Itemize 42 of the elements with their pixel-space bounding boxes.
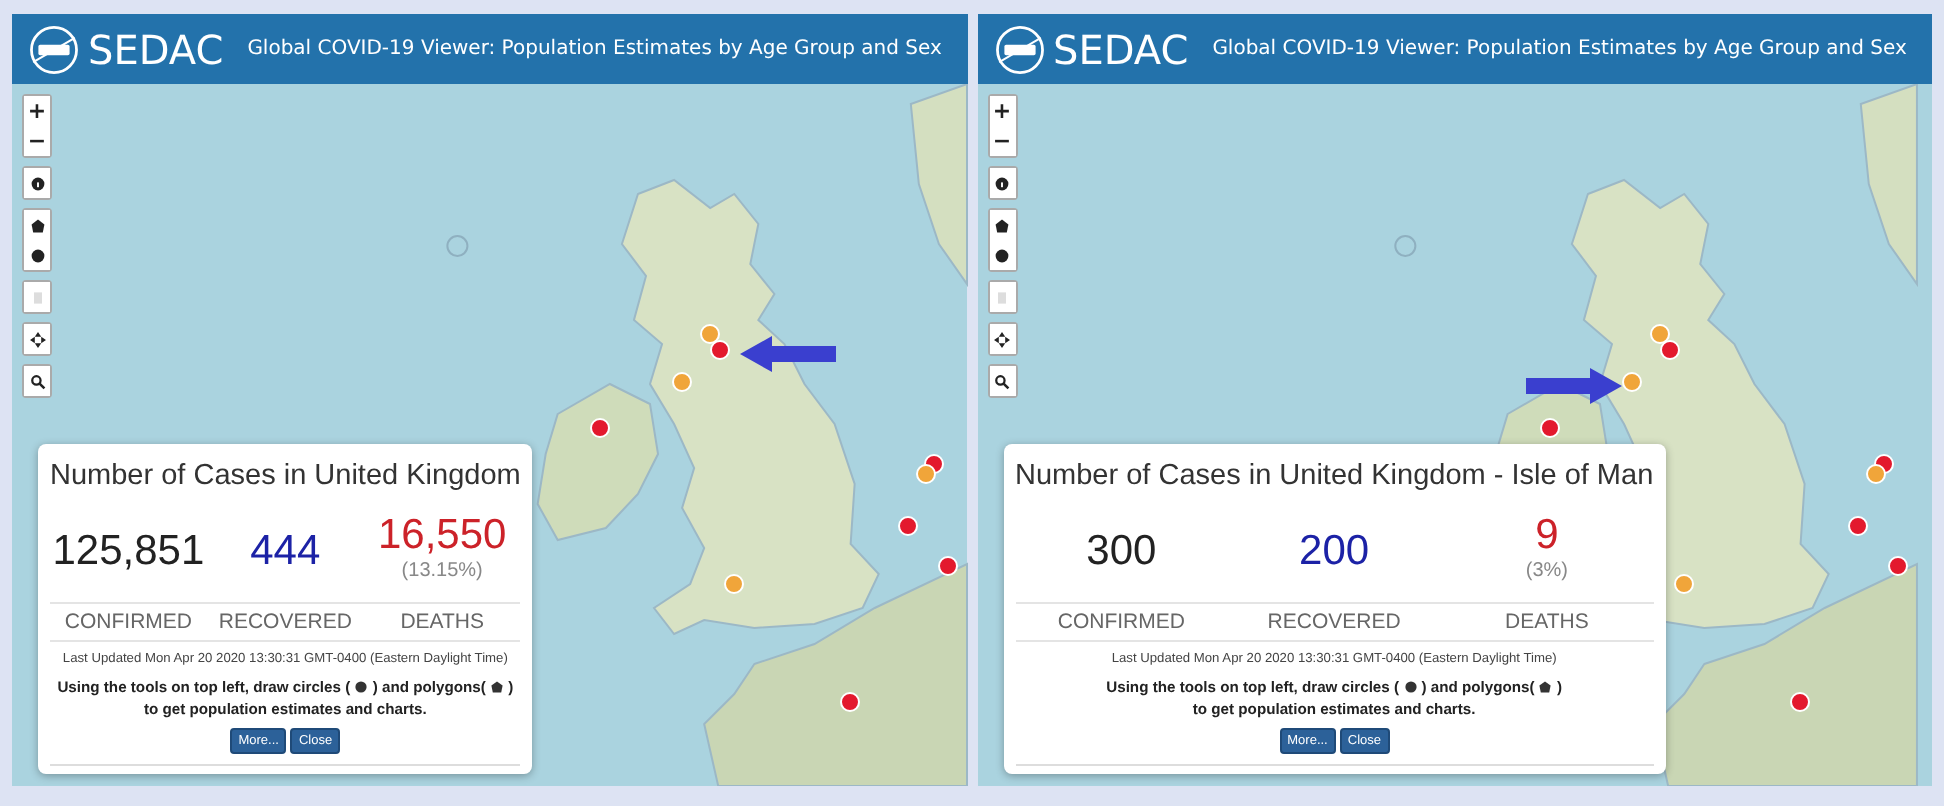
stat-label: DEATHS xyxy=(1503,610,1591,634)
move-button[interactable] xyxy=(24,324,50,354)
circle-icon xyxy=(994,247,1010,263)
stat-value: 200 xyxy=(1299,528,1370,576)
stat-value: 9 xyxy=(1535,512,1559,560)
move-icon xyxy=(994,331,1010,347)
stat-label: DEATHS xyxy=(398,610,486,634)
stat-value: 16,550 xyxy=(377,512,507,560)
circle-icon xyxy=(354,680,369,694)
polygon-icon xyxy=(29,217,45,233)
stat-label: RECOVERED xyxy=(216,610,354,634)
search-icon xyxy=(994,373,1010,389)
move-icon xyxy=(29,331,45,347)
circle-icon xyxy=(29,247,45,263)
app-title: Global COVID-19 Viewer: Population Estimates by Age Group and Sex xyxy=(1212,38,1907,60)
brand-name: SEDAC xyxy=(1053,25,1189,73)
info-button[interactable] xyxy=(989,168,1015,198)
logo-icon xyxy=(993,23,1045,75)
stat-value: 125,851 xyxy=(52,528,205,576)
polygon-icon xyxy=(994,217,1010,233)
stat-percentage: (3%) xyxy=(1525,560,1568,582)
stat-value: 444 xyxy=(250,528,321,576)
info-icon xyxy=(29,175,45,191)
polygon-icon xyxy=(489,680,504,694)
polygon-icon xyxy=(1538,680,1553,694)
info-icon xyxy=(994,175,1010,191)
info-button[interactable] xyxy=(24,168,50,198)
stat-label: RECOVERED xyxy=(1265,610,1403,634)
app-title: Global COVID-19 Viewer: Population Estimates by Age Group and Sex xyxy=(247,38,942,60)
circle-icon xyxy=(1403,680,1418,694)
stat-label: CONFIRMED xyxy=(1055,610,1187,634)
move-button[interactable] xyxy=(989,324,1015,354)
popup-title: Number of Cases in United Kingdom xyxy=(50,460,521,492)
brand-name: SEDAC xyxy=(88,25,224,73)
search-button[interactable] xyxy=(989,366,1015,396)
search-icon xyxy=(29,373,45,389)
stat-percentage: (13.15%) xyxy=(401,560,483,582)
stat-value: 300 xyxy=(1086,528,1157,576)
logo-icon xyxy=(28,23,80,75)
popup-title: Number of Cases in United Kingdom - Isle of Man xyxy=(1015,460,1654,492)
search-button[interactable] xyxy=(24,366,50,396)
stat-label: CONFIRMED xyxy=(62,610,195,634)
